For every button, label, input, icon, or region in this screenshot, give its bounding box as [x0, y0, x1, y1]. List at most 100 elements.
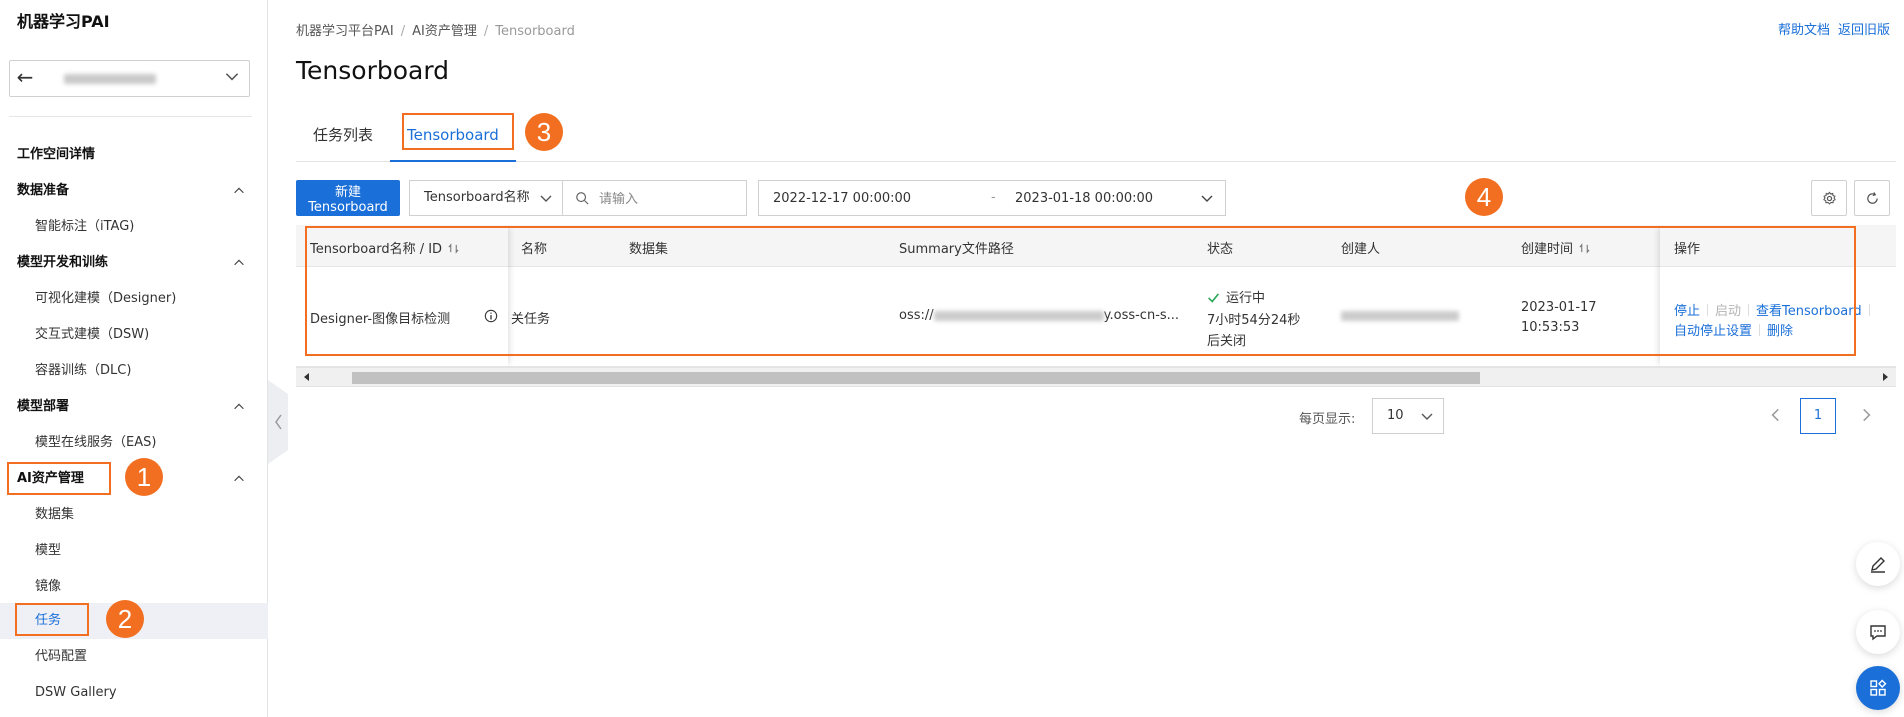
cell-status: 运行中	[1207, 287, 1265, 306]
sidebar-item-label: 交互式建模（DSW)	[35, 327, 150, 342]
back-arrow-icon[interactable]: ←	[10, 61, 40, 96]
breadcrumb-item[interactable]: AI资产管理	[412, 24, 477, 39]
sidebar-item-eas[interactable]: 模型在线服务（EAS)	[0, 425, 268, 461]
summary-path-suffix: y.oss-cn-s...	[1103, 308, 1180, 323]
chat-button[interactable]	[1856, 610, 1900, 654]
status-note-countdown: 7小时54分24秒	[1207, 313, 1301, 328]
settings-button[interactable]	[1811, 180, 1847, 216]
sidebar-item-label: 工作空间详情	[17, 147, 96, 162]
sidebar-item-label: 可视化建模（Designer)	[35, 291, 177, 306]
search-box	[563, 180, 747, 216]
sidebar-item-images[interactable]: 镜像	[0, 569, 268, 605]
view-tensorboard-action[interactable]: 查看Tensorboard	[1756, 304, 1862, 319]
help-docs-link[interactable]: 帮助文档	[1778, 23, 1830, 38]
sidebar-item-models[interactable]: 模型	[0, 533, 268, 569]
sidebar-item-workspace-details[interactable]: 工作空间详情	[0, 137, 268, 173]
sidebar-item-label: 智能标注（iTAG)	[35, 219, 135, 234]
cell-summary-path: oss:// y.oss-cn-s...	[899, 308, 1179, 323]
info-icon[interactable]	[484, 309, 498, 323]
create-tensorboard-button[interactable]: 新建Tensorboard	[296, 180, 400, 216]
sidebar-item-itag[interactable]: 智能标注（iTAG)	[0, 209, 268, 245]
top-links: 帮助文档 返回旧版	[1770, 19, 1890, 38]
sidebar-item-label: AI资产管理	[17, 471, 84, 486]
sidebar-item-label: 代码配置	[35, 649, 88, 664]
workspace-name-redacted	[64, 74, 156, 84]
toolbar: 新建Tensorboard Tensorboard名称 2022-12-17 0…	[296, 180, 1896, 216]
column-header-creator: 创建人	[1341, 242, 1381, 257]
scroll-left-icon[interactable]	[302, 372, 312, 382]
cell-creator	[1341, 308, 1459, 323]
column-header-label: Tensorboard名称 / ID	[310, 242, 443, 257]
scrollbar-thumb[interactable]	[352, 372, 1480, 384]
date-end: 2023-01-18 00:00:00	[1015, 191, 1154, 206]
summary-path-prefix: oss://	[899, 308, 934, 323]
feedback-edit-button[interactable]	[1856, 542, 1900, 586]
tab-task-list[interactable]: 任务列表	[296, 114, 390, 162]
page-title: Tensorboard	[296, 56, 450, 85]
prev-page-icon[interactable]	[1767, 406, 1785, 424]
column-header-status: 状态	[1207, 242, 1234, 257]
apps-button[interactable]	[1856, 666, 1900, 710]
filter-field-select[interactable]: Tensorboard名称	[409, 180, 563, 216]
sort-icon[interactable]	[1579, 243, 1590, 254]
cell-tensorboard-name: Designer-图像目标检测	[310, 312, 451, 327]
table-row: Designer-图像目标检测 关任务 oss://y.oss-cn-s... …	[296, 267, 1896, 367]
sidebar-item-dlc[interactable]: 容器训练（DLC)	[0, 353, 268, 389]
breadcrumb: 机器学习平台PAI / AI资产管理 / Tensorboard	[296, 24, 575, 39]
search-input[interactable]	[599, 189, 739, 209]
sidebar-item-model-deploy[interactable]: 模型部署	[0, 389, 268, 425]
tensorboard-table: Tensorboard名称 / ID 名称 数据集 Summary文件路径 状态…	[296, 225, 1896, 367]
auto-stop-settings-action[interactable]: 自动停止设置	[1674, 324, 1752, 339]
sidebar-item-dsw[interactable]: 交互式建模（DSW)	[0, 317, 268, 353]
sidebar-item-label: 镜像	[35, 579, 62, 594]
date-separator: -	[991, 190, 996, 205]
app-title: 机器学习PAI	[17, 12, 110, 31]
step-marker-2: 2	[106, 600, 144, 638]
sort-icon[interactable]	[448, 243, 459, 254]
check-icon	[1208, 293, 1220, 303]
return-old-version-link[interactable]: 返回旧版	[1838, 23, 1890, 38]
page-size-label: 每页显示:	[1299, 412, 1356, 427]
sidebar-item-data-prep[interactable]: 数据准备	[0, 173, 268, 209]
page-size-select[interactable]: 10	[1372, 398, 1444, 434]
sidebar-item-label: 模型部署	[17, 399, 70, 414]
sidebar-item-label: 数据集	[35, 507, 75, 522]
cell-created-time: 10:53:53	[1521, 320, 1580, 335]
delete-action[interactable]: 删除	[1767, 324, 1793, 339]
sidebar-item-label: DSW Gallery	[35, 685, 117, 700]
main-content: 机器学习平台PAI / AI资产管理 / Tensorboard 帮助文档 返回旧版 Te…	[268, 0, 1904, 717]
horizontal-scrollbar[interactable]	[296, 367, 1896, 387]
column-header-summary-path: Summary文件路径	[899, 242, 1014, 257]
chat-icon	[1870, 625, 1886, 641]
chevron-up-icon	[234, 259, 244, 266]
creator-redacted	[1341, 310, 1459, 321]
page-size-value: 10	[1387, 408, 1404, 423]
sidebar-item-datasets[interactable]: 数据集	[0, 497, 268, 533]
refresh-button[interactable]	[1854, 180, 1890, 216]
sidebar-item-label: 模型在线服务（EAS)	[35, 435, 157, 450]
breadcrumb-item[interactable]: 机器学习平台PAI	[296, 24, 394, 39]
sidebar-item-label: 数据准备	[17, 183, 70, 198]
next-page-icon[interactable]	[1857, 406, 1875, 424]
stop-action[interactable]: 停止	[1674, 304, 1700, 319]
date-range-picker[interactable]: 2022-12-17 00:00:00 - 2023-01-18 00:00:0…	[758, 180, 1226, 216]
column-header-label: 创建时间	[1521, 242, 1574, 257]
column-header-name-id[interactable]: Tensorboard名称 / ID	[310, 238, 459, 257]
page-number-current[interactable]: 1	[1800, 398, 1836, 434]
sidebar-item-designer[interactable]: 可视化建模（Designer)	[0, 281, 268, 317]
workspace-select[interactable]: ←	[9, 60, 250, 97]
chevron-down-icon	[540, 195, 552, 202]
sidebar-item-code-config[interactable]: 代码配置	[0, 639, 268, 675]
chevron-down-icon	[1201, 195, 1213, 202]
cell-task-name: 关任务	[511, 312, 551, 327]
chevron-down-icon	[225, 73, 239, 81]
scroll-right-icon[interactable]	[1880, 372, 1890, 382]
tab-tensorboard[interactable]: Tensorboard	[390, 114, 516, 162]
column-header-created-time[interactable]: 创建时间	[1521, 238, 1590, 257]
sidebar-divider	[9, 116, 252, 117]
sidebar-item-label: 模型开发和训练	[17, 255, 109, 270]
chevron-up-icon	[234, 187, 244, 194]
sidebar-item-dsw-gallery[interactable]: DSW Gallery	[0, 675, 268, 711]
start-action[interactable]: 启动	[1715, 304, 1741, 319]
sidebar-item-model-dev[interactable]: 模型开发和训练	[0, 245, 268, 281]
